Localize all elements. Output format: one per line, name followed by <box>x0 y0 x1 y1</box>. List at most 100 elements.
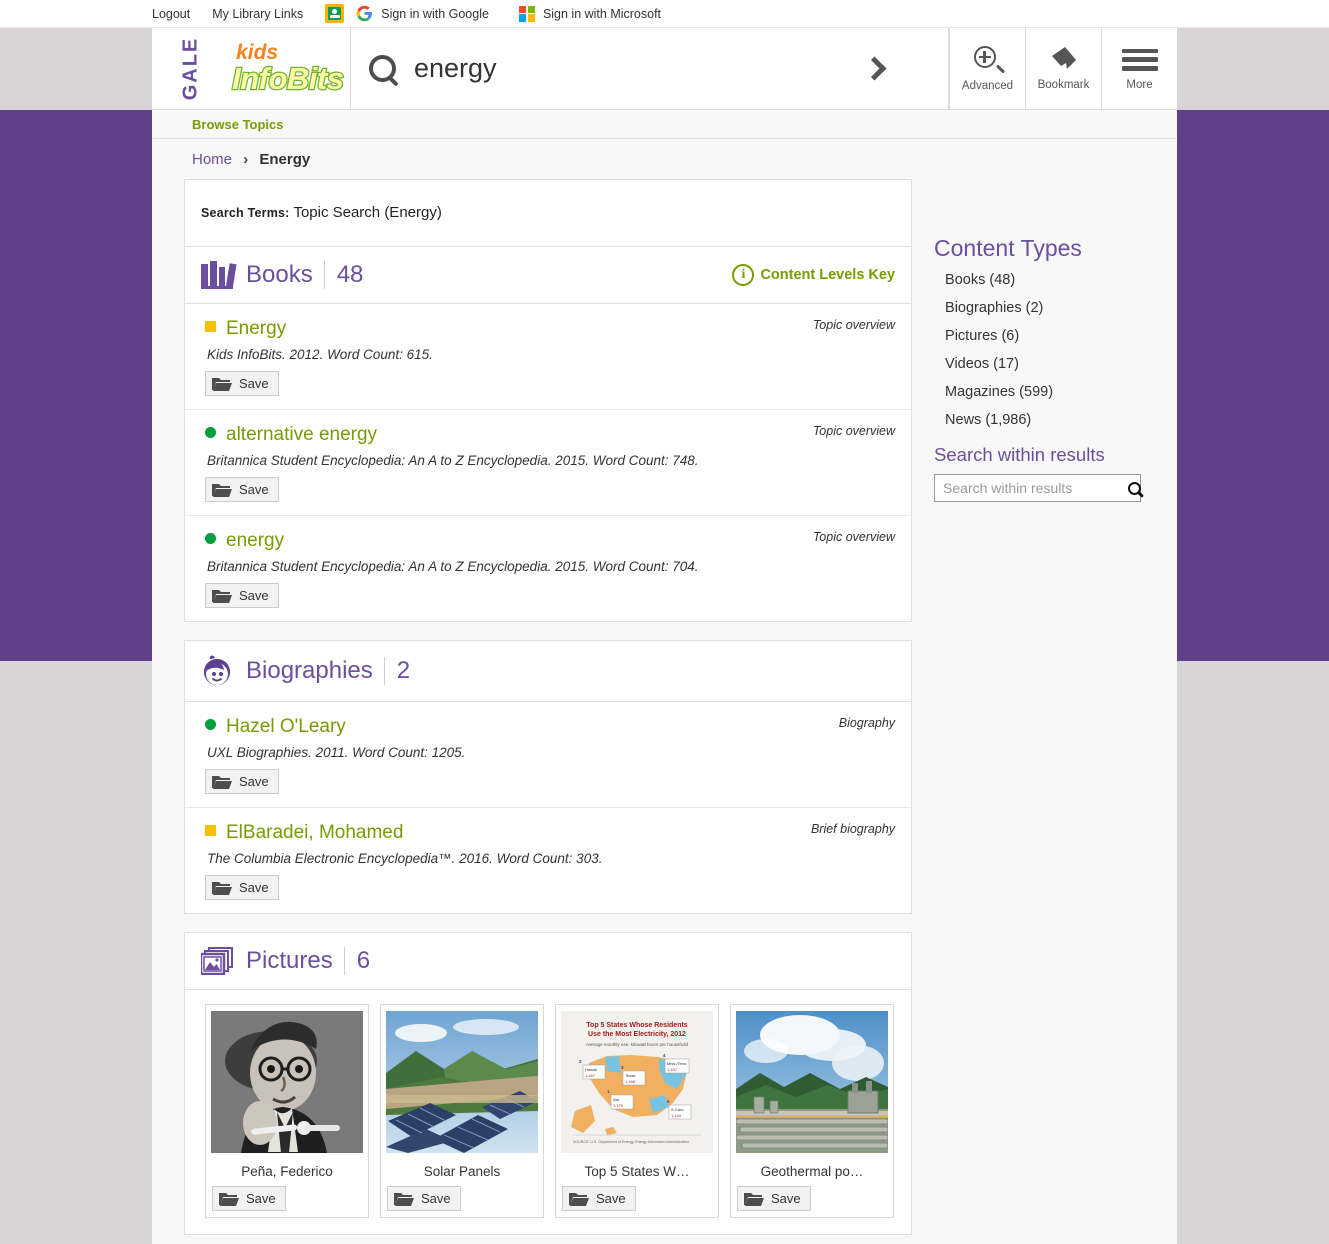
result-title-link[interactable]: Energy <box>226 318 286 340</box>
result-item: Brief biography ElBaradei, Mohamed The C… <box>185 807 912 913</box>
result-item: Topic overview alternative energy Britan… <box>185 409 912 515</box>
save-label: Save <box>239 482 269 497</box>
more-menu-button[interactable]: More <box>1101 28 1177 109</box>
save-button[interactable]: Save <box>205 583 279 608</box>
picture-card[interactable]: Geothermal po… Save <box>730 1004 894 1218</box>
books-section-header: Books 48 i Content Levels Key <box>185 246 912 303</box>
advanced-search-button[interactable]: Advanced <box>949 28 1025 109</box>
breadcrumb-separator-icon: › <box>243 151 249 168</box>
logo[interactable]: GALE kids InfoBits <box>152 28 351 109</box>
folder-icon <box>212 482 232 497</box>
result-title-link[interactable]: energy <box>226 530 284 552</box>
save-button[interactable]: Save <box>387 1186 461 1211</box>
svg-text:Miss./Tenn.: Miss./Tenn. <box>667 1061 687 1066</box>
svg-text:Top 5 States Whose Residents: Top 5 States Whose Residents <box>586 1022 687 1029</box>
picture-card[interactable]: Solar Panels Save <box>380 1004 544 1218</box>
logout-link[interactable]: Logout <box>152 7 190 21</box>
save-button[interactable]: Save <box>205 769 279 794</box>
search-input[interactable] <box>414 53 844 84</box>
result-item: Biography Hazel O'Leary UXL Biographies.… <box>185 701 912 807</box>
save-button[interactable]: Save <box>212 1186 286 1211</box>
bookmark-label: Bookmark <box>1037 78 1090 91</box>
save-button[interactable]: Save <box>205 371 279 396</box>
sidebar-item-label[interactable]: Magazines (599) <box>945 384 1053 400</box>
content-level-green-icon <box>205 533 216 544</box>
browse-topics-link[interactable]: Browse Topics <box>192 117 284 132</box>
content-types-title: Content Types <box>934 235 1082 261</box>
breadcrumb-home-link[interactable]: Home <box>192 151 232 168</box>
result-type: Topic overview <box>812 530 896 544</box>
content-level-yellow-icon <box>205 825 216 836</box>
picture-caption: Top 5 States W… <box>584 1164 690 1179</box>
sidebar-item-magazines[interactable]: Magazines (599) <box>934 383 1147 401</box>
svg-text:SOURCE: U.S. Department of Ene: SOURCE: U.S. Department of Energy, Energ… <box>573 1140 689 1144</box>
hamburger-menu-icon <box>1121 47 1158 73</box>
search-within-results-input[interactable] <box>943 480 1125 496</box>
sidebar-item-books[interactable]: Books (48) <box>934 271 1147 289</box>
sidebar-item-news[interactable]: News (1,986) <box>934 411 1147 429</box>
page-content: Browse Topics Home › Energy Search Terms… <box>152 110 1177 1244</box>
pictures-section-count: 6 <box>343 947 370 975</box>
picture-thumbnail[interactable] <box>211 1011 363 1153</box>
result-title-link[interactable]: alternative energy <box>226 424 377 446</box>
result-title-link[interactable]: Hazel O'Leary <box>226 716 346 738</box>
info-icon: i <box>732 264 755 286</box>
sidebar-item-biographies[interactable]: Biographies (2) <box>934 299 1147 317</box>
picture-caption: Peña, Federico <box>241 1164 333 1179</box>
save-label: Save <box>239 774 269 789</box>
microsoft-signin-button[interactable]: Sign in with Microsoft <box>518 5 662 22</box>
save-button[interactable]: Save <box>562 1186 636 1211</box>
result-item: Topic overview Energy Kids InfoBits. 201… <box>185 303 912 409</box>
folder-icon <box>219 1191 239 1206</box>
save-button[interactable]: Save <box>205 875 279 900</box>
microsoft-icon <box>518 5 535 22</box>
picture-thumbnail[interactable] <box>736 1011 888 1153</box>
sidebar-item-label[interactable]: Books (48) <box>945 272 1015 288</box>
result-title-link[interactable]: ElBaradei, Mohamed <box>226 822 403 844</box>
sidebar-item-pictures[interactable]: Pictures (6) <box>934 327 1147 345</box>
svg-text:Hawaii: Hawaii <box>585 1067 597 1072</box>
sidebar-item-videos[interactable]: Videos (17) <box>934 355 1147 373</box>
content-level-green-icon <box>205 719 216 730</box>
google-signin-button[interactable]: Sign in with Google <box>356 5 489 22</box>
result-type: Topic overview <box>812 318 896 332</box>
biographies-section-header: Biographies 2 <box>185 641 911 701</box>
result-item: Topic overview energy Britannica Student… <box>185 515 912 621</box>
search-terms-row: Search Terms: Topic Search (Energy) <box>185 180 911 246</box>
bookmark-button[interactable]: Bookmark <box>1025 28 1101 109</box>
sidebar-item-label[interactable]: Biographies (2) <box>945 300 1043 316</box>
books-section-title: Books <box>246 261 313 288</box>
picture-caption: Geothermal po… <box>760 1164 864 1179</box>
browse-topics-bar: Browse Topics <box>152 110 1177 139</box>
books-card: Search Terms: Topic Search (Energy) Book… <box>184 179 913 622</box>
save-button[interactable]: Save <box>737 1186 811 1211</box>
sidebar-item-label[interactable]: Pictures (6) <box>945 328 1019 344</box>
picture-card[interactable]: Top 5 States Whose Residents Use the Mos… <box>555 1004 719 1218</box>
result-meta: The Columbia Electronic Encyclopedia™. 2… <box>207 851 603 866</box>
sidebar-item-label[interactable]: News (1,986) <box>945 412 1031 428</box>
search-submit-button[interactable] <box>844 56 904 81</box>
google-signin-label: Sign in with Google <box>381 6 489 21</box>
sidebar-item-label[interactable]: Videos (17) <box>945 356 1019 372</box>
content-levels-key-button[interactable]: i Content Levels Key <box>732 264 895 286</box>
logo-gale-text: GALE <box>178 36 201 101</box>
picture-thumbnail[interactable]: Top 5 States Whose Residents Use the Mos… <box>561 1011 713 1153</box>
result-meta: Britannica Student Encyclopedia: An A to… <box>207 453 699 468</box>
my-library-links-link[interactable]: My Library Links <box>212 7 303 21</box>
save-label: Save <box>596 1191 626 1206</box>
google-classroom-icon[interactable] <box>325 4 345 23</box>
svg-text:Average monthly use, kilowatt: Average monthly use, kilowatt hours per … <box>586 1042 688 1047</box>
search-icon[interactable] <box>1128 481 1142 495</box>
search-bar <box>351 28 949 109</box>
biographies-section-title: Biographies <box>246 657 373 684</box>
microsoft-signin-label: Sign in with Microsoft <box>542 6 662 21</box>
save-button[interactable]: Save <box>205 477 279 502</box>
picture-card[interactable]: Peña, Federico Save <box>205 1004 369 1218</box>
search-within-results-title: Search within results <box>934 444 1105 465</box>
svg-text:1,179: 1,179 <box>613 1103 624 1108</box>
result-meta: Kids InfoBits. 2012. Word Count: 615. <box>207 347 433 362</box>
picture-thumbnail[interactable] <box>386 1011 538 1153</box>
svg-text:Use the Most Electricity, 2012: Use the Most Electricity, 2012 <box>588 1031 686 1038</box>
search-within-results-field[interactable] <box>934 474 1142 502</box>
result-meta: Britannica Student Encyclopedia: An A to… <box>207 559 699 574</box>
